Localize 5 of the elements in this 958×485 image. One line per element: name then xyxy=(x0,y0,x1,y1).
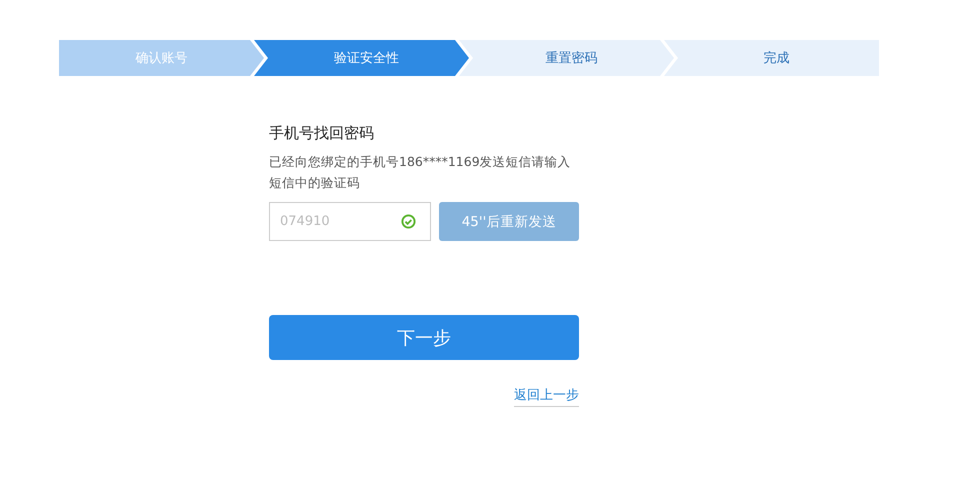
code-input-field[interactable]: 074910 xyxy=(269,202,431,241)
form-title: 手机号找回密码 xyxy=(269,124,375,143)
next-step-button[interactable]: 下一步 xyxy=(269,315,579,360)
description-text: 已经向您绑定的手机号186****1169发送短信请输入短信中的验证码 xyxy=(269,153,572,192)
back-link[interactable]: 返回上一步 xyxy=(514,386,579,407)
